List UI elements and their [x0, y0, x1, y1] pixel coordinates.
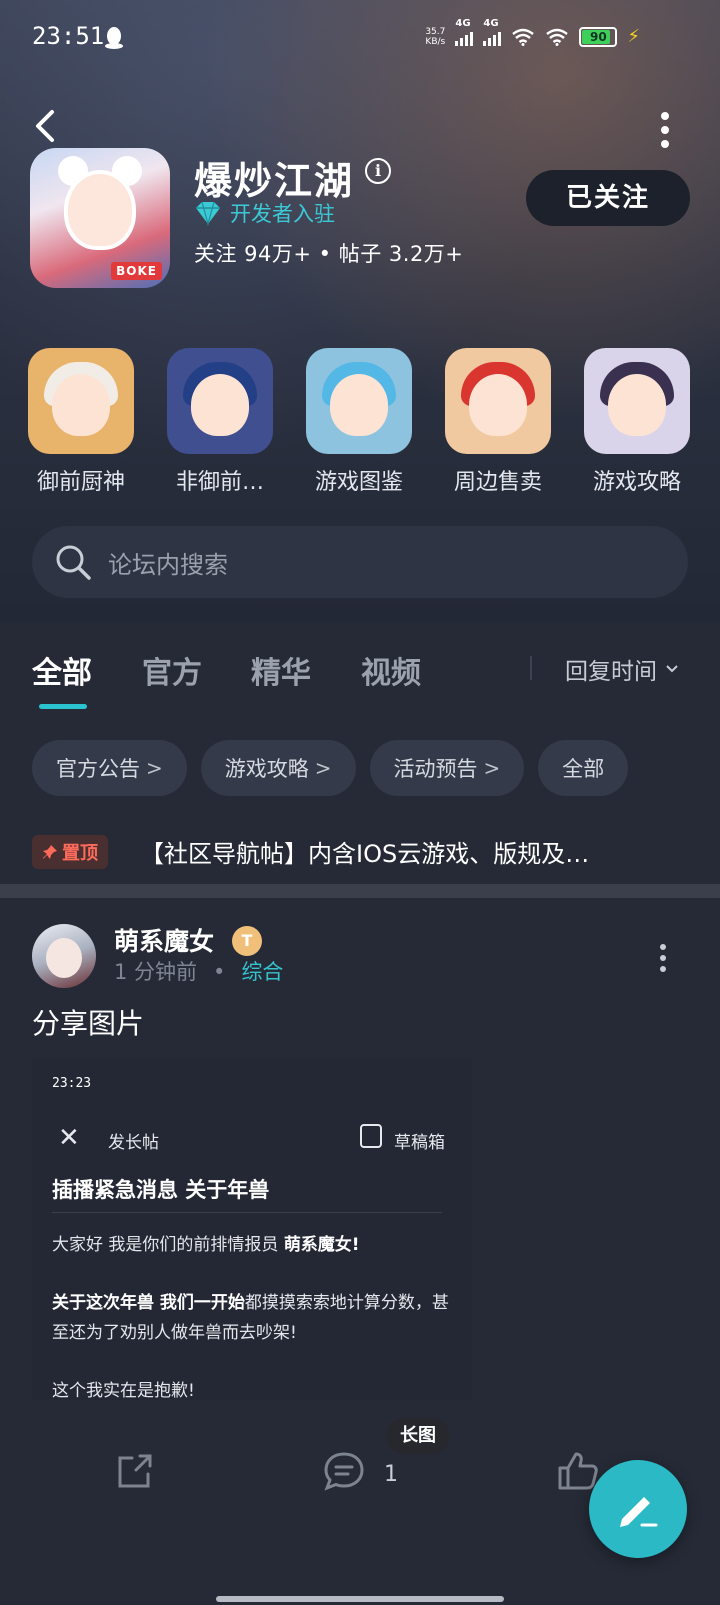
more-options-icon[interactable]: [658, 110, 672, 148]
game-icon: BOKE: [30, 148, 170, 288]
draft-icon: [360, 1124, 382, 1148]
divider: [530, 656, 532, 680]
pinned-badge: 置顶: [32, 834, 108, 869]
user-level-badge: T: [232, 926, 262, 956]
post-meta: 1 分钟前 • 综合: [114, 960, 284, 984]
chip-official-notice[interactable]: 官方公告 >: [32, 740, 187, 796]
tab-official[interactable]: 官方: [142, 648, 202, 692]
forum-title: 爆炒江湖: [194, 159, 355, 203]
wifi-2-icon: [546, 28, 569, 46]
search-icon: [56, 545, 91, 580]
pin-icon: [43, 844, 57, 859]
charging-icon: ⚡: [627, 26, 640, 47]
info-icon[interactable]: i: [365, 158, 391, 184]
diamond-icon: [196, 201, 220, 226]
developer-badge: 开发者入驻: [194, 198, 335, 228]
chevron-down-icon: [666, 665, 678, 673]
entry-item[interactable]: 游戏图鉴: [306, 348, 412, 496]
avatar[interactable]: [32, 924, 96, 988]
category-chips: 官方公告 > 游戏攻略 > 活动预告 > 全部: [32, 740, 629, 796]
comment-count: 1: [384, 1462, 398, 1487]
section-divider: [0, 884, 720, 898]
tab-featured[interactable]: 精华: [251, 648, 311, 692]
entry-item[interactable]: 游戏攻略: [584, 348, 690, 496]
entry-item[interactable]: 御前厨神: [28, 348, 134, 496]
post-text: 分享图片: [32, 1007, 145, 1040]
game-logo: BOKE: [111, 262, 162, 280]
long-image-badge: 长图: [386, 1418, 450, 1454]
follow-button[interactable]: 已关注: [526, 170, 690, 226]
wifi-icon: [512, 28, 535, 46]
status-time: 23:51: [32, 22, 105, 50]
battery-icon: 90: [579, 26, 618, 47]
tab-video[interactable]: 视频: [361, 648, 421, 692]
search-input[interactable]: 论坛内搜索: [32, 526, 688, 598]
pinned-title: 【社区导航帖】内含IOS云游戏、版规及…: [140, 840, 590, 868]
chip-all[interactable]: 全部: [538, 740, 629, 796]
tab-all[interactable]: 全部: [32, 648, 92, 692]
comment-icon[interactable]: [322, 1450, 366, 1492]
entry-icon: [167, 348, 273, 454]
forum-stats: 关注 94万+ • 帖子 3.2万+: [194, 242, 464, 266]
entry-icon: [306, 348, 412, 454]
edit-icon: [620, 1497, 658, 1527]
pinned-post[interactable]: 置顶 【社区导航帖】内含IOS云游戏、版规及…: [32, 834, 589, 869]
status-indicators: 35.7 KB/s 4G 4G 90 ⚡: [425, 18, 640, 48]
net-speed: 35.7 KB/s: [425, 26, 446, 47]
active-tab-indicator: [39, 704, 87, 709]
search-placeholder: 论坛内搜索: [108, 550, 228, 579]
compose-button[interactable]: [589, 1460, 687, 1558]
entry-icon: [445, 348, 551, 454]
status-bar: 23:51 35.7 KB/s 4G 4G 90 ⚡: [0, 0, 720, 80]
qq-icon: [105, 27, 123, 49]
signal-2-icon: 4G: [483, 18, 502, 46]
share-icon[interactable]: [114, 1450, 156, 1492]
entry-icon: [584, 348, 690, 454]
chip-game-guide[interactable]: 游戏攻略 >: [200, 740, 356, 796]
entry-icon: [28, 348, 134, 454]
tabs-area: 全部 官方 精华 视频 回复时间 官方公告 > 游戏攻略 > 活动预告 > 全部 置顶…: [0, 622, 720, 882]
home-indicator: [216, 1596, 504, 1602]
post-image[interactable]: 23:23 ✕ 发长帖 草稿箱 插播紧急消息 关于年兽 大家好 我是你们的前排情…: [32, 1058, 472, 1400]
entry-item[interactable]: 非御前…: [167, 348, 273, 496]
signal-1-icon: 4G: [455, 18, 474, 46]
close-icon: ✕: [58, 1123, 80, 1153]
quick-entries: 御前厨神 非御前… 游戏图鉴 周边售卖 游戏攻略: [28, 348, 718, 496]
chip-event-preview[interactable]: 活动预告 >: [369, 740, 525, 796]
sort-dropdown[interactable]: 回复时间: [565, 652, 679, 686]
post-author[interactable]: 萌系魔女: [114, 922, 214, 958]
back-icon[interactable]: [28, 106, 64, 146]
post-category[interactable]: 综合: [241, 960, 283, 984]
entry-item[interactable]: 周边售卖: [445, 348, 551, 496]
post-more-icon[interactable]: [658, 944, 668, 974]
